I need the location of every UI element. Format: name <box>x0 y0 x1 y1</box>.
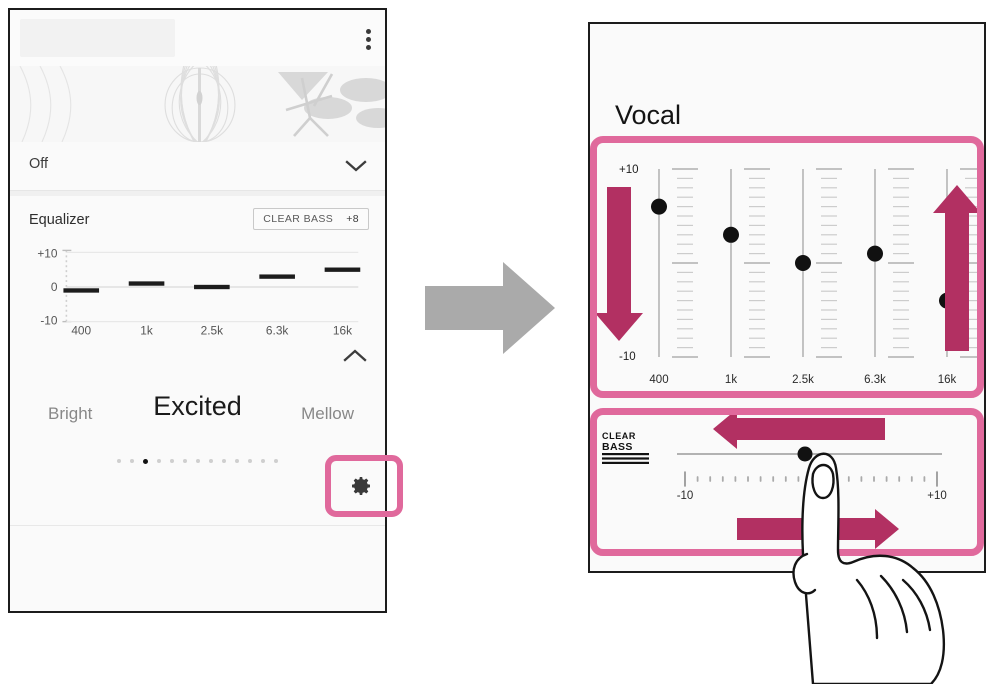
eq-band-marker <box>63 288 100 293</box>
app-title-placeholder <box>20 19 175 57</box>
preset-title: Vocal <box>615 100 682 130</box>
sound-effect-value: Off <box>29 156 49 172</box>
carousel-dot[interactable] <box>261 459 265 463</box>
equalizer-card: Equalizer CLEAR BASS +8 +10 0 -10 400 1k 2… <box>10 196 385 379</box>
carousel-dot[interactable] <box>157 459 161 463</box>
clear-bass-badge[interactable]: CLEAR BASS +8 <box>253 208 369 230</box>
eq-band-marker <box>324 267 361 272</box>
chevron-up-icon[interactable] <box>343 348 367 363</box>
eq-band-marker <box>194 284 230 290</box>
band-sliders-highlight <box>590 136 984 398</box>
app-top-bar <box>10 10 385 66</box>
eq-ytick-max: +10 <box>37 246 58 260</box>
eq-band-marker <box>259 274 295 279</box>
gear-icon[interactable] <box>349 474 373 498</box>
carousel-dot[interactable] <box>183 459 187 463</box>
arrow-right-icon <box>425 262 555 354</box>
sound-wave-artwork <box>19 66 385 142</box>
sound-effect-row[interactable]: Off <box>10 142 385 191</box>
clear-bass-badge-value: +8 <box>346 213 359 225</box>
eq-xtick-label: 1k <box>140 323 153 335</box>
carousel-dot[interactable] <box>143 459 148 464</box>
eq-ytick-zero: 0 <box>51 280 58 294</box>
carousel-dot[interactable] <box>235 459 239 463</box>
band-sliders-section: +10 -10 400 1k 2.5k 6.3k 16k <box>590 136 984 398</box>
clear-bass-section: CLEAR BASS -10 +10 <box>590 408 984 556</box>
carousel-dot[interactable] <box>248 459 252 463</box>
equalizer-title: Equalizer <box>29 212 90 228</box>
carousel-dot[interactable] <box>117 459 121 463</box>
chevron-down-icon[interactable] <box>345 159 367 173</box>
panel-bottom-area <box>10 526 385 611</box>
source-app-screen: Off Equalizer CLEAR BASS +8 +10 0 -10 40… <box>8 8 387 613</box>
carousel-dot[interactable] <box>196 459 200 463</box>
equalizer-preview-chart: +10 0 -10 400 1k 2.5k 6.3k 16k <box>37 246 361 335</box>
eq-xtick-label: 400 <box>71 323 91 335</box>
clear-bass-highlight <box>590 408 984 556</box>
eq-xtick-label: 6.3k <box>266 323 288 335</box>
eq-band-marker <box>128 281 165 286</box>
carousel-dot[interactable] <box>274 459 278 463</box>
eq-xtick-label: 2.5k <box>201 323 223 335</box>
mood-option-next[interactable]: Mellow <box>301 404 354 424</box>
kebab-menu-icon[interactable] <box>366 29 371 51</box>
carousel-dot[interactable] <box>130 459 134 463</box>
eq-ytick-min: -10 <box>40 314 58 328</box>
carousel-dot[interactable] <box>170 459 174 463</box>
eq-xtick-label: 16k <box>333 323 352 335</box>
carousel-dot[interactable] <box>222 459 226 463</box>
carousel-dot[interactable] <box>209 459 213 463</box>
hero-artwork <box>10 66 385 142</box>
clear-bass-badge-label: CLEAR BASS <box>263 213 334 225</box>
